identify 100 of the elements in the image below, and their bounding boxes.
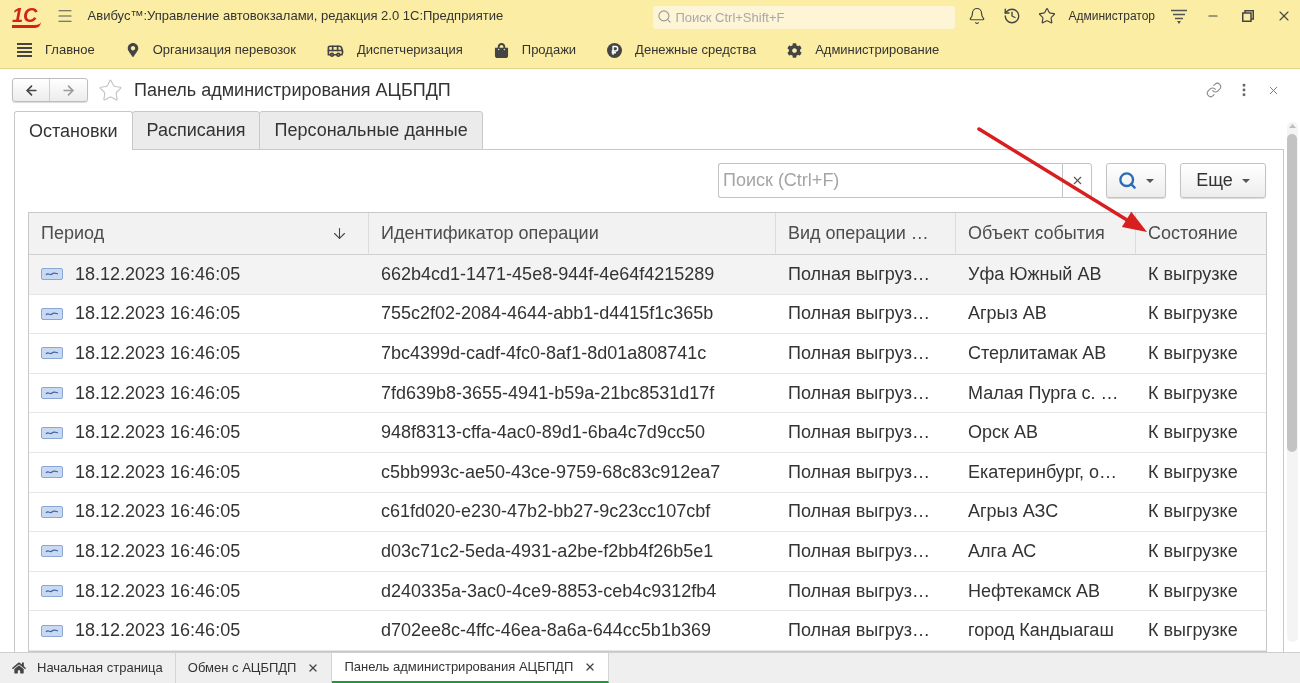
form-tab[interactable]: Остановки: [14, 111, 133, 150]
map-pin-icon: [125, 43, 140, 57]
search-button[interactable]: [1106, 163, 1166, 198]
vertical-scrollbar[interactable]: [1286, 122, 1298, 642]
table-cell: Уфа Южный АВ: [968, 263, 1102, 284]
search-field[interactable]: Поиск (Ctrl+F): [718, 163, 1062, 198]
gear-icon: [787, 42, 803, 58]
table-cell-text: 18.12.2023 16:46:05: [75, 500, 241, 524]
table-cell: Полная выгруз…: [788, 343, 930, 363]
search-icon: [657, 8, 673, 24]
table-cell: d240335a-3ac0-4ce9-8853-ceb4c9312fb4: [381, 580, 717, 601]
table-cell: К выгрузке: [1148, 343, 1238, 363]
app-logo: 1С: [12, 4, 41, 28]
table-cell: 755c2f02-2084-4644-abb1-d4415f1c365b: [381, 303, 714, 324]
table-cell: Полная выгруз…: [788, 461, 930, 482]
table-cell: Стерлитамак АВ: [968, 343, 1107, 363]
section-item[interactable]: Диспетчеризация: [327, 40, 463, 60]
table-cell: Полная выгруз…: [788, 382, 930, 403]
section-item[interactable]: Денежные средства: [607, 40, 757, 60]
shopping-bag-icon: [493, 42, 509, 58]
more-button[interactable]: Еще: [1180, 163, 1266, 198]
table-cell: К выгрузке: [1148, 461, 1238, 482]
record-icon: [41, 347, 63, 360]
table-cell: d03c71c2-5eda-4931-a2be-f2bb4f26b5e1: [381, 540, 714, 561]
sort-arrow-icon: [331, 225, 348, 242]
table-cell: К выгрузке: [1148, 501, 1238, 522]
table-cell-text: 18.12.2023 16:46:05: [75, 381, 241, 405]
link-icon[interactable]: [1206, 82, 1222, 98]
table-cell-text: 18.12.2023 16:46:05: [75, 342, 241, 365]
table-cell-text: 18.12.2023 16:46:05: [75, 421, 241, 445]
window-tab[interactable]: Панель администрирования АЦБПДП: [332, 653, 610, 683]
table-cell: К выгрузке: [1148, 580, 1238, 601]
table-cell: 948f8313-cffa-4ac0-89d1-6ba4c7d9cc50: [381, 422, 705, 443]
record-icon: [41, 624, 63, 637]
table-cell: Нефтекамск АВ: [968, 580, 1101, 601]
record-icon: [41, 505, 63, 518]
table-cell: Орск АВ: [968, 422, 1038, 443]
section-item[interactable]: Организация перевозок: [125, 40, 296, 60]
table-cell: К выгрузке: [1148, 263, 1238, 284]
ruble-coin-icon: [607, 42, 623, 58]
table-cell: К выгрузке: [1148, 303, 1238, 324]
lines-dropdown-icon[interactable]: [1171, 8, 1187, 24]
column-header[interactable]: Состояние: [1136, 213, 1266, 254]
table-cell: Полная выгруз…: [788, 303, 930, 324]
column-header[interactable]: Идентификатор операции: [369, 213, 776, 254]
table-cell: Агрыз АВ: [968, 303, 1047, 324]
table-cell: Агрыз АЗС: [968, 501, 1059, 522]
table-cell: Алга АС: [968, 540, 1037, 561]
caret-icon: [1241, 178, 1250, 183]
column-header[interactable]: Период: [29, 213, 369, 254]
table-cell: Екатеринбург, о…: [968, 461, 1118, 482]
arrow-left-icon: [23, 82, 39, 98]
table-cell: Полная выгруз…: [788, 422, 930, 443]
favorite-star-icon[interactable]: [98, 77, 123, 103]
column-header[interactable]: Вид операции …: [776, 213, 956, 254]
table-cell: К выгрузке: [1148, 540, 1238, 561]
record-icon: [41, 387, 63, 400]
window-tab[interactable]: Начальная страница: [0, 653, 176, 683]
table-cell: К выгрузке: [1148, 422, 1238, 443]
record-icon: [41, 545, 63, 558]
form-tab[interactable]: Расписания: [131, 111, 261, 150]
table-cell-text: 18.12.2023 16:46:05: [75, 262, 241, 286]
table-cell: Полная выгруз…: [788, 580, 930, 601]
table-cell: c5bb993c-ae50-43ce-9759-68c83c912ea7: [381, 461, 721, 482]
list-icon: [17, 43, 32, 57]
table-cell: Полная выгруз…: [788, 263, 930, 284]
section-item[interactable]: Администрирование: [787, 40, 940, 60]
table-cell-text: 18.12.2023 16:46:05: [75, 579, 241, 603]
table-cell-text: 18.12.2023 16:46:05: [75, 460, 241, 484]
form-title: Панель администрирования АЦБПДП: [134, 78, 451, 102]
table-cell: К выгрузке: [1148, 382, 1238, 403]
table-cell: Полная выгруз…: [788, 540, 930, 561]
table-cell: 662b4cd1-1471-45e8-944f-4e64f4215289: [381, 263, 715, 284]
record-icon: [41, 466, 63, 479]
bell-icon[interactable]: [968, 7, 987, 25]
section-item[interactable]: Продажи: [493, 40, 577, 60]
window-title: Авибус™:Управление автовокзалами, редакция 2.0 1С:Предприятие: [87, 7, 504, 26]
restore-icon[interactable]: [1242, 10, 1254, 22]
table-cell-text: 18.12.2023 16:46:05: [75, 619, 241, 643]
table-row[interactable]: 18.12.2023 16:46:05 662b4cd1-1471-45e8-944f-4e64f4215289 Полная выгруз… Уфа Южный АВ К выгрузке: [29, 255, 1266, 295]
table-cell: Полная выгруз…: [788, 620, 930, 641]
history-icon[interactable]: [1003, 7, 1022, 25]
global-search-field[interactable]: Поиск Ctrl+Shift+F: [653, 5, 956, 29]
home-icon: [12, 661, 26, 675]
table-cell: город Кандыагаш: [968, 620, 1114, 641]
record-icon: [41, 268, 63, 281]
table-cell: c61fd020-e230-47b2-bb27-9c23cc107cbf: [381, 501, 711, 522]
user-name[interactable]: Администратор: [1068, 7, 1155, 25]
table-cell-text: 18.12.2023 16:46:05: [75, 302, 241, 326]
section-item[interactable]: Главное: [17, 40, 95, 60]
table-cell: Малая Пурга с. …: [968, 382, 1119, 403]
table-cell: Полная выгруз…: [788, 501, 930, 522]
form-tab[interactable]: Персональные данные: [259, 111, 483, 150]
table-cell: 7fd639b8-3655-4941-b59a-21bc8531d17f: [381, 382, 715, 403]
table-cell: d702ee8c-4ffc-46ea-8a6a-644cc5b1b369: [381, 620, 711, 641]
record-icon: [41, 426, 63, 439]
star-icon[interactable]: [1038, 7, 1057, 25]
table-cell-text: 18.12.2023 16:46:05: [75, 539, 241, 563]
arrow-right-icon: [61, 82, 76, 98]
search-icon: [1118, 171, 1137, 190]
